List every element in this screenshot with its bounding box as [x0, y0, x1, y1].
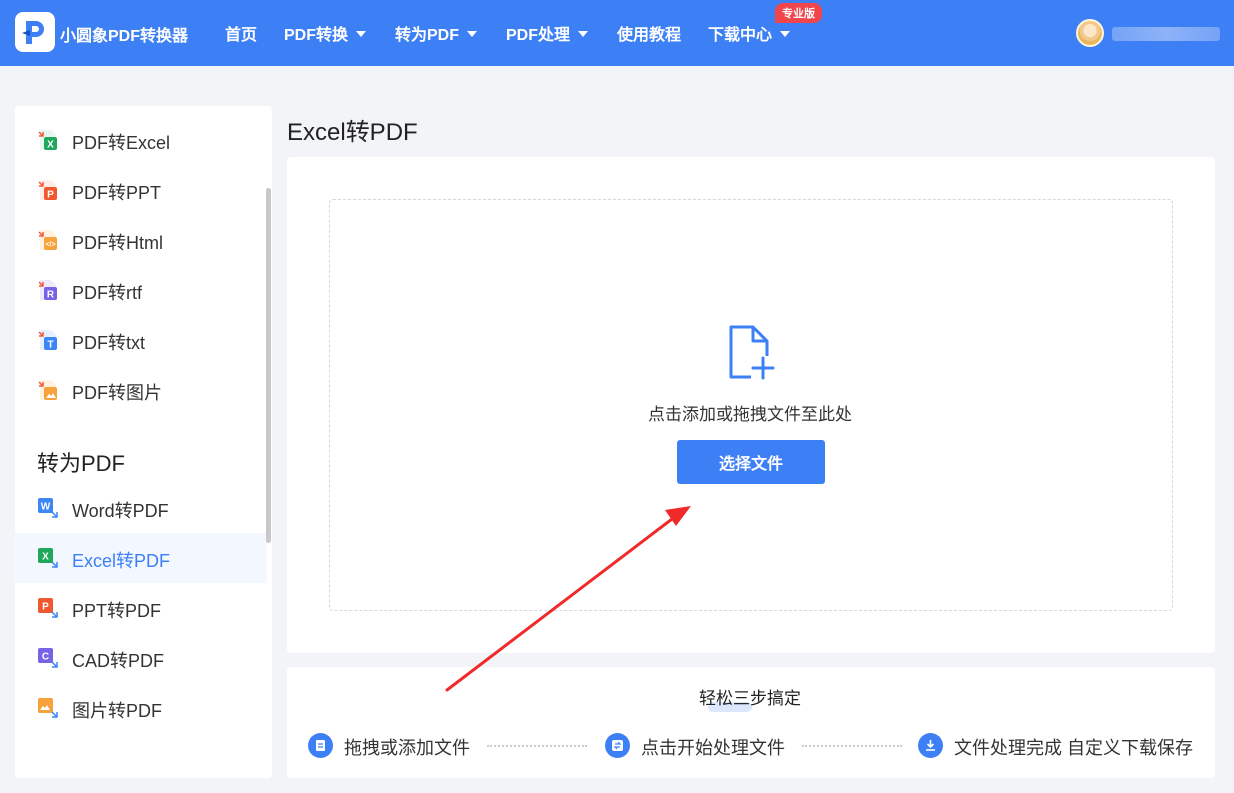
cad-file-icon: C — [38, 648, 58, 668]
nav-download-center[interactable]: 下载中心 — [708, 21, 791, 45]
nav-pdf-process[interactable]: PDF处理 — [506, 21, 589, 45]
sidebar-item-pdf-to-html[interactable]: </> PDF转Html — [15, 215, 267, 265]
txt-file-icon: T — [38, 330, 57, 351]
html-file-icon: </> — [38, 230, 57, 250]
user-avatar[interactable] — [1076, 19, 1104, 47]
sidebar-item-label: PDF转Excel — [72, 133, 171, 153]
sidebar-item-label: Word转PDF — [72, 501, 169, 521]
svg-text:X: X — [42, 552, 49, 563]
step-label: 文件处理完成 自定义下载保存 — [954, 738, 1193, 758]
sidebar-item-pdf-to-excel[interactable]: X PDF转Excel — [15, 115, 267, 165]
sidebar-scrollbar[interactable] — [266, 188, 271, 543]
sidebar-item-label: PDF转rtf — [72, 283, 142, 303]
image-file-icon — [38, 380, 57, 400]
caret-down-icon — [578, 31, 589, 37]
sidebar-item-word-to-pdf[interactable]: W Word转PDF — [15, 483, 267, 533]
sidebar-item-label: CAD转PDF — [72, 651, 165, 671]
logo[interactable] — [15, 12, 55, 52]
svg-text:T: T — [47, 340, 53, 351]
nav-label: 转为PDF — [395, 27, 460, 44]
nav-tutorial[interactable]: 使用教程 — [617, 21, 681, 45]
sidebar-item-pdf-to-ppt[interactable]: P PDF转PPT — [15, 165, 267, 215]
svg-text:</>: </> — [45, 242, 55, 249]
username-redacted[interactable] — [1112, 27, 1220, 41]
word-file-icon: W — [38, 498, 58, 518]
pro-badge: 专业版 — [775, 3, 822, 23]
sidebar-item-pdf-to-rtf[interactable]: R PDF转rtf — [15, 265, 267, 315]
sidebar-item-label: PDF转PPT — [72, 183, 162, 203]
nav-home[interactable]: 首页 — [225, 21, 257, 45]
sidebar-item-pdf-to-txt[interactable]: T PDF转txt — [15, 315, 267, 365]
nav-label: 使用教程 — [617, 27, 682, 44]
sidebar-item-excel-to-pdf[interactable]: X Excel转PDF — [15, 533, 267, 583]
sidebar-item-label: Excel转PDF — [72, 551, 171, 571]
ppt-file-icon: P — [38, 598, 58, 618]
svg-text:P: P — [42, 602, 49, 613]
nav-label: PDF处理 — [506, 27, 571, 44]
caret-down-icon — [356, 31, 367, 37]
svg-text:X: X — [47, 140, 54, 151]
logo-p-icon — [22, 21, 44, 44]
document-icon — [308, 733, 333, 758]
sidebar-item-label: PDF转图片 — [72, 383, 162, 403]
sidebar-item-label: PPT转PDF — [72, 601, 162, 621]
drop-hint: 点击添加或拖拽文件至此处 — [648, 405, 852, 424]
top-header: 小圆象PDF转换器 首页 PDF转换 转为PDF PDF处理 使用教程 下载中心… — [0, 0, 1234, 66]
step-divider — [487, 745, 587, 747]
svg-text:W: W — [41, 502, 51, 513]
nav-to-pdf[interactable]: 转为PDF — [395, 21, 478, 45]
file-add-icon — [729, 325, 775, 380]
nav-label: 首页 — [225, 27, 258, 44]
svg-text:R: R — [47, 290, 55, 301]
sidebar-item-label: PDF转txt — [72, 333, 146, 353]
excel-file-icon: X — [38, 548, 58, 568]
nav-label: PDF转换 — [284, 27, 349, 44]
sidebar-item-ppt-to-pdf[interactable]: P PPT转PDF — [15, 583, 267, 633]
caret-down-icon — [467, 31, 478, 37]
download-icon — [918, 733, 943, 758]
rtf-file-icon: R — [38, 280, 57, 301]
sidebar-heading-to-pdf: 转为PDF — [37, 451, 126, 476]
sidebar-item-image-to-pdf[interactable]: 图片转PDF — [15, 683, 267, 733]
image-file-icon — [38, 698, 58, 718]
brand-name[interactable]: 小圆象PDF转换器 — [60, 22, 188, 46]
svg-text:P: P — [47, 190, 54, 201]
sidebar-item-cad-to-pdf[interactable]: C CAD转PDF — [15, 633, 267, 683]
sidebar-item-pdf-to-image[interactable]: PDF转图片 — [15, 365, 267, 415]
svg-text:C: C — [42, 652, 49, 663]
excel-file-icon: X — [38, 130, 57, 151]
caret-down-icon — [780, 31, 791, 37]
sidebar-item-label: PDF转Html — [72, 233, 163, 253]
step-label: 点击开始处理文件 — [641, 738, 785, 758]
convert-icon — [605, 733, 630, 758]
choose-file-button[interactable]: 选择文件 — [677, 440, 825, 484]
nav-pdf-convert[interactable]: PDF转换 — [284, 21, 367, 45]
step-label: 拖拽或添加文件 — [344, 738, 470, 758]
ppt-file-icon: P — [38, 180, 57, 201]
sidebar-item-label: 图片转PDF — [72, 701, 162, 721]
steps-title: 轻松三步搞定 — [699, 689, 801, 708]
nav-label: 下载中心 — [708, 27, 773, 44]
sidebar: X PDF转Excel P PDF转PPT </> PDF转Html R PDF… — [15, 106, 272, 778]
step-divider — [802, 745, 902, 747]
page-title: Excel转PDF — [287, 119, 418, 146]
